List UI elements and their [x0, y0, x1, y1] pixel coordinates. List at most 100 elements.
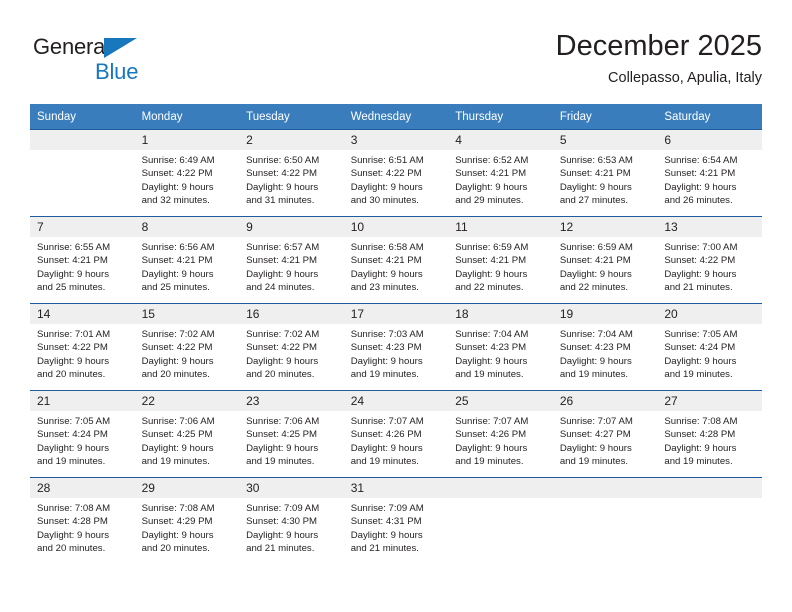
- day-number[interactable]: 8: [134, 217, 240, 237]
- day-cell[interactable]: Sunrise: 7:02 AM Sunset: 4:22 PM Daylight:…: [134, 324, 240, 390]
- sunrise-text: Sunrise: 7:08 AM: [37, 503, 111, 514]
- day-number[interactable]: 17: [343, 304, 449, 324]
- day-number[interactable]: 23: [239, 391, 344, 411]
- day-cell[interactable]: Sunrise: 6:59 AM Sunset: 4:21 PM Daylight:…: [448, 237, 553, 303]
- day-cell[interactable]: Sunrise: 6:54 AM Sunset: 4:21 PM Daylight:…: [657, 150, 762, 216]
- day-number[interactable]: 31: [343, 478, 449, 498]
- daylight-text-line2: and 25 minutes.: [141, 281, 210, 293]
- day-number[interactable]: 7: [30, 217, 135, 237]
- day-cell[interactable]: Sunrise: 6:57 AM Sunset: 4:21 PM Daylight:…: [239, 237, 344, 303]
- day-cell[interactable]: Sunrise: 7:04 AM Sunset: 4:23 PM Daylight:…: [552, 324, 658, 390]
- day-number[interactable]: 3: [343, 130, 449, 150]
- day-cell[interactable]: Sunrise: 7:08 AM Sunset: 4:28 PM Daylight:…: [30, 498, 135, 564]
- sunrise-text: Sunrise: 6:56 AM: [141, 242, 215, 253]
- sunset-text: Sunset: 4:24 PM: [37, 429, 108, 441]
- day-cell[interactable]: Sunrise: 7:05 AM Sunset: 4:24 PM Daylight:…: [30, 411, 135, 477]
- sunrise-text: Sunrise: 6:53 AM: [559, 155, 633, 166]
- day-cell[interactable]: Sunrise: 6:53 AM Sunset: 4:21 PM Daylight:…: [552, 150, 658, 216]
- sunrise-text: Sunrise: 7:04 AM: [455, 329, 529, 340]
- day-cell[interactable]: Sunrise: 6:49 AM Sunset: 4:22 PM Daylight:…: [134, 150, 240, 216]
- day-cell[interactable]: Sunrise: 6:52 AM Sunset: 4:21 PM Daylight:…: [448, 150, 553, 216]
- daylight-text-line1: Daylight: 9 hours: [350, 355, 423, 367]
- day-cell[interactable]: Sunrise: 6:56 AM Sunset: 4:21 PM Daylight:…: [134, 237, 240, 303]
- day-info-row: Sunrise: 7:08 AM Sunset: 4:28 PM Daylight:…: [30, 498, 762, 564]
- day-number[interactable]: 14: [30, 304, 135, 324]
- daylight-text-line1: Daylight: 9 hours: [246, 181, 319, 193]
- day-number[interactable]: 29: [134, 478, 240, 498]
- day-cell[interactable]: Sunrise: 7:07 AM Sunset: 4:26 PM Daylight:…: [448, 411, 553, 477]
- day-cell[interactable]: Sunrise: 6:50 AM Sunset: 4:22 PM Daylight:…: [239, 150, 344, 216]
- sunset-text: Sunset: 4:28 PM: [664, 429, 736, 441]
- day-number[interactable]: 12: [552, 217, 658, 237]
- daylight-text-line1: Daylight: 9 hours: [559, 355, 632, 367]
- day-number[interactable]: 9: [239, 217, 344, 237]
- weekday-header-thursday: Thursday: [448, 104, 553, 129]
- sunrise-text: Sunrise: 7:03 AM: [350, 329, 424, 340]
- day-cell[interactable]: Sunrise: 7:09 AM Sunset: 4:31 PM Daylight:…: [343, 498, 449, 564]
- sunrise-text: Sunrise: 7:07 AM: [350, 416, 424, 427]
- weekday-header-wednesday: Wednesday: [343, 104, 449, 129]
- daylight-text-line1: Daylight: 9 hours: [350, 529, 423, 541]
- day-number[interactable]: 26: [552, 391, 658, 411]
- daylight-text-line1: Daylight: 9 hours: [559, 268, 632, 280]
- day-cell[interactable]: Sunrise: 7:07 AM Sunset: 4:26 PM Daylight:…: [343, 411, 449, 477]
- sunset-text: Sunset: 4:22 PM: [664, 255, 736, 267]
- day-cell[interactable]: Sunrise: 7:07 AM Sunset: 4:27 PM Daylight:…: [552, 411, 658, 477]
- daylight-text-line2: and 19 minutes.: [559, 368, 629, 380]
- day-cell[interactable]: Sunrise: 7:08 AM Sunset: 4:28 PM Daylight:…: [657, 411, 762, 477]
- day-cell[interactable]: Sunrise: 7:03 AM Sunset: 4:23 PM Daylight:…: [343, 324, 449, 390]
- day-cell[interactable]: Sunrise: 7:09 AM Sunset: 4:30 PM Daylight:…: [239, 498, 344, 564]
- day-number[interactable]: 21: [30, 391, 135, 411]
- daylight-text-line1: Daylight: 9 hours: [141, 355, 214, 367]
- day-number[interactable]: 30: [239, 478, 344, 498]
- day-cell[interactable]: Sunrise: 7:02 AM Sunset: 4:22 PM Daylight:…: [239, 324, 344, 390]
- day-number[interactable]: 6: [657, 130, 762, 150]
- day-cell[interactable]: Sunrise: 6:59 AM Sunset: 4:21 PM Daylight:…: [552, 237, 658, 303]
- daylight-text-line2: and 19 minutes.: [350, 368, 419, 380]
- sunrise-text: Sunrise: 7:05 AM: [37, 416, 111, 427]
- day-cell[interactable]: Sunrise: 7:04 AM Sunset: 4:23 PM Daylight:…: [448, 324, 553, 390]
- sunset-text: Sunset: 4:22 PM: [141, 342, 213, 354]
- daylight-text-line1: Daylight: 9 hours: [455, 268, 528, 280]
- day-cell[interactable]: Sunrise: 6:58 AM Sunset: 4:21 PM Daylight:…: [343, 237, 449, 303]
- sunset-text: Sunset: 4:23 PM: [559, 342, 631, 354]
- daylight-text-line1: Daylight: 9 hours: [455, 355, 528, 367]
- sunset-text: Sunset: 4:21 PM: [246, 255, 318, 267]
- sunrise-text: Sunrise: 7:07 AM: [559, 416, 633, 427]
- daylight-text-line2: and 21 minutes.: [350, 542, 419, 554]
- day-number[interactable]: 10: [343, 217, 449, 237]
- day-number[interactable]: 28: [30, 478, 135, 498]
- daylight-text-line1: Daylight: 9 hours: [246, 268, 319, 280]
- day-cell[interactable]: Sunrise: 7:06 AM Sunset: 4:25 PM Daylight:…: [134, 411, 240, 477]
- day-number[interactable]: 15: [134, 304, 240, 324]
- day-number[interactable]: 19: [552, 304, 658, 324]
- day-number[interactable]: 27: [657, 391, 762, 411]
- day-cell[interactable]: Sunrise: 6:55 AM Sunset: 4:21 PM Daylight:…: [30, 237, 135, 303]
- day-cell[interactable]: Sunrise: 6:51 AM Sunset: 4:22 PM Daylight:…: [343, 150, 449, 216]
- day-cell[interactable]: Sunrise: 7:08 AM Sunset: 4:29 PM Daylight:…: [134, 498, 240, 564]
- day-cell[interactable]: Sunrise: 7:06 AM Sunset: 4:25 PM Daylight:…: [239, 411, 344, 477]
- daylight-text-line2: and 19 minutes.: [455, 368, 524, 380]
- day-number[interactable]: 5: [552, 130, 658, 150]
- day-number[interactable]: 1: [134, 130, 240, 150]
- daylight-text-line1: Daylight: 9 hours: [141, 181, 214, 193]
- day-number[interactable]: 16: [239, 304, 344, 324]
- day-number[interactable]: 22: [134, 391, 240, 411]
- day-number[interactable]: 25: [448, 391, 553, 411]
- sunset-text: Sunset: 4:25 PM: [141, 429, 213, 441]
- day-number[interactable]: 11: [448, 217, 553, 237]
- sunrise-text: Sunrise: 6:57 AM: [246, 242, 320, 253]
- daylight-text-line1: Daylight: 9 hours: [37, 355, 109, 367]
- day-number[interactable]: 4: [448, 130, 553, 150]
- day-number[interactable]: 2: [239, 130, 344, 150]
- daylight-text-line1: Daylight: 9 hours: [455, 181, 528, 193]
- day-number[interactable]: 24: [343, 391, 449, 411]
- sunrise-text: Sunrise: 7:01 AM: [37, 329, 111, 340]
- day-number[interactable]: 18: [448, 304, 553, 324]
- day-cell[interactable]: Sunrise: 7:01 AM Sunset: 4:22 PM Daylight:…: [30, 324, 135, 390]
- day-cell[interactable]: Sunrise: 7:00 AM Sunset: 4:22 PM Daylight:…: [657, 237, 762, 303]
- day-number[interactable]: 20: [657, 304, 762, 324]
- sunrise-text: Sunrise: 7:06 AM: [141, 416, 215, 427]
- day-cell[interactable]: Sunrise: 7:05 AM Sunset: 4:24 PM Daylight:…: [657, 324, 762, 390]
- day-number[interactable]: 13: [657, 217, 762, 237]
